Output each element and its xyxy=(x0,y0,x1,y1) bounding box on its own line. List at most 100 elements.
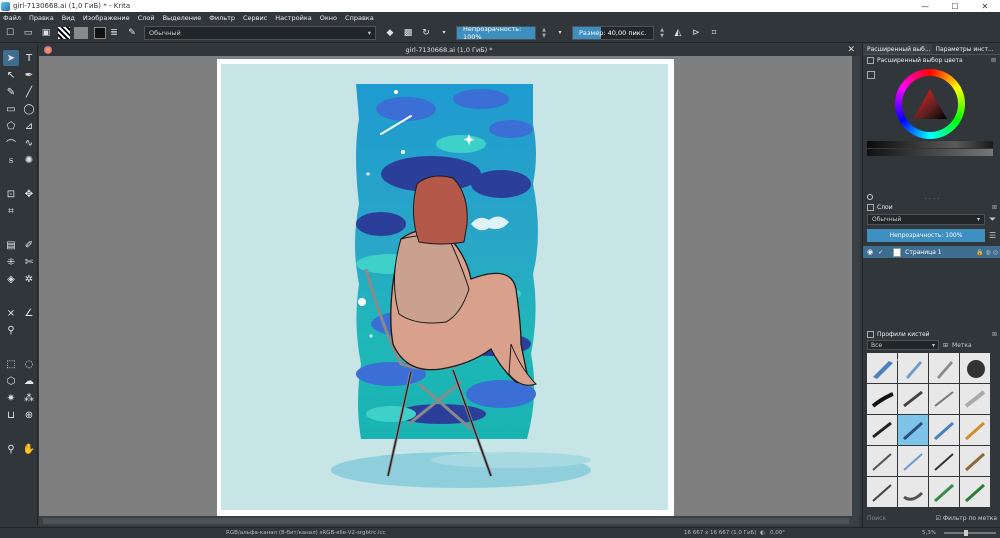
similar-select-tool-icon[interactable]: ⁂ xyxy=(21,390,37,406)
brush-preset[interactable] xyxy=(929,415,959,445)
freehand-path-tool-icon[interactable]: ∿ xyxy=(21,135,37,151)
bezier-select-tool-icon[interactable]: ⊔ xyxy=(3,407,19,423)
eye-icon[interactable]: ◉ xyxy=(867,248,873,256)
blend-mode-select[interactable]: Обычный ▾ xyxy=(867,214,985,225)
panel-float-icon[interactable] xyxy=(867,56,874,64)
layer-menu-icon[interactable]: ☰ xyxy=(989,231,996,240)
panel-close-icon[interactable]: ⊠ xyxy=(992,331,997,338)
polyline-tool-icon[interactable]: ⊿ xyxy=(21,118,37,134)
brush-preset[interactable] xyxy=(960,353,990,383)
ellipse-select-tool-icon[interactable]: ◌ xyxy=(21,356,37,372)
close-document-icon[interactable]: ✕ xyxy=(847,45,855,55)
tab-advanced-color-selector[interactable]: Расширенный выб... xyxy=(863,44,932,55)
contiguous-select-tool-icon[interactable]: ✷ xyxy=(3,390,19,406)
measure-tool-icon[interactable]: ∠ xyxy=(21,305,37,321)
menu-help[interactable]: Справка xyxy=(345,14,374,22)
transform-tool-icon[interactable]: ⊡ xyxy=(3,186,19,202)
zoom-status[interactable]: 5,3% xyxy=(922,530,936,536)
wrap-mode-icon[interactable]: ⌗ xyxy=(708,27,720,39)
color-picker-tool-icon[interactable]: ✐ xyxy=(21,237,37,253)
document-tab-title[interactable]: girl-7130668.ai (1,0 ГиБ) * xyxy=(39,46,859,54)
gradient-selector[interactable] xyxy=(58,26,70,39)
color-history-bar[interactable] xyxy=(867,141,993,148)
pattern-selector[interactable] xyxy=(74,26,88,39)
panel-float-icon[interactable] xyxy=(867,330,874,338)
crop-tool-icon[interactable]: ⌗ xyxy=(3,203,19,219)
reference-tool-icon[interactable]: ⚲ xyxy=(3,322,19,338)
layer-row[interactable]: ◉ ✓ Страница 1 🔒 ◍ ◎ xyxy=(863,246,1000,258)
size-slider[interactable]: Размер: 40,00 пикс. xyxy=(572,25,654,40)
zoom-slider[interactable] xyxy=(944,530,996,536)
freehand-select-tool-icon[interactable]: ☁ xyxy=(21,373,37,389)
multibrush-tool-icon[interactable]: ✺ xyxy=(21,152,37,168)
brush-preset[interactable] xyxy=(898,446,928,476)
calligraphy-tool-icon[interactable]: ✒ xyxy=(21,67,37,83)
checkmark-icon[interactable]: ✓ xyxy=(878,249,883,256)
color-wheel[interactable] xyxy=(895,69,965,139)
brush-preset-select[interactable]: Обычный ▾ xyxy=(144,25,376,40)
select-shapes-tool-icon[interactable]: ➤ xyxy=(3,50,19,66)
layer-name[interactable]: Страница 1 xyxy=(905,249,941,256)
brush-preset[interactable] xyxy=(929,477,959,507)
colorize-mask-tool-icon[interactable]: ⁜ xyxy=(3,254,19,270)
mirror-horizontal-icon[interactable]: ◭ xyxy=(672,27,684,39)
mirror-vertical-icon[interactable]: ⊳ xyxy=(690,27,702,39)
maximize-button[interactable]: ☐ xyxy=(940,0,970,12)
brush-tag-button[interactable]: Метка xyxy=(952,342,972,349)
opacity-spinner[interactable]: ▲ ▼ xyxy=(540,26,548,40)
gradient-tool-icon[interactable]: ▤ xyxy=(3,237,19,253)
blend-mode-icon[interactable]: ▾ xyxy=(438,27,450,39)
brush-tag-select[interactable]: Все ▾ xyxy=(867,340,939,350)
brush-preset[interactable] xyxy=(867,477,897,507)
tag-icon[interactable]: ⊞ xyxy=(943,342,948,349)
brush-preset[interactable] xyxy=(929,446,959,476)
magnetic-select-tool-icon[interactable]: ⊕ xyxy=(21,407,37,423)
bezier-tool-icon[interactable]: ⌒ xyxy=(3,135,19,151)
save-icon[interactable]: ▣ xyxy=(40,27,52,39)
brush-filter-by-tag-checkbox[interactable]: ☑ Фильтр по метка xyxy=(936,515,997,522)
menu-filter[interactable]: Фильтр xyxy=(209,14,235,22)
smart-patch-tool-icon[interactable]: ✄ xyxy=(21,254,37,270)
filter-icon[interactable]: ⏷ xyxy=(989,215,996,225)
new-document-icon[interactable]: ☐ xyxy=(4,27,16,39)
brush-preset-selected[interactable] xyxy=(898,415,928,445)
color-settings-icon[interactable] xyxy=(867,71,875,79)
brush-preset[interactable] xyxy=(929,384,959,414)
polygon-select-tool-icon[interactable]: ⬡ xyxy=(3,373,19,389)
scrollbar-thumb[interactable] xyxy=(43,518,849,524)
panel-close-icon[interactable]: ⊠ xyxy=(992,204,997,211)
checkbox-icon[interactable]: ☑ xyxy=(936,515,941,522)
menu-tools[interactable]: Сервис xyxy=(243,14,267,22)
opacity-slider[interactable]: Непрозрачность: 100% xyxy=(456,25,536,41)
freehand-brush-tool-icon[interactable]: ✎ xyxy=(3,84,19,100)
reload-preset-icon[interactable]: ↻ xyxy=(420,27,432,39)
menu-window[interactable]: Окно xyxy=(320,14,337,22)
eraser-mode-icon[interactable]: ◆ xyxy=(384,27,396,39)
brush-preset[interactable] xyxy=(867,384,897,414)
brush-preset[interactable] xyxy=(960,446,990,476)
preserve-alpha-icon[interactable]: ▩ xyxy=(402,27,414,39)
brush-editor-icon[interactable]: ≣ xyxy=(108,27,120,39)
dynamic-brush-tool-icon[interactable]: ಽ xyxy=(3,152,19,168)
canvas-page[interactable] xyxy=(217,59,674,517)
panel-close-icon[interactable]: ⊠ xyxy=(991,57,996,64)
close-window-button[interactable]: ✕ xyxy=(970,0,1000,12)
minimize-button[interactable]: — xyxy=(910,0,940,12)
menu-file[interactable]: Файл xyxy=(3,14,21,22)
layer-flags[interactable]: 🔒 ◍ ◎ xyxy=(976,249,998,256)
brush-preset-icon[interactable]: ✎ xyxy=(126,27,138,39)
layer-opacity-slider[interactable]: Непрозрачность: 100% xyxy=(867,229,985,242)
brush-preset[interactable] xyxy=(898,353,928,383)
text-tool-icon[interactable]: T xyxy=(21,50,37,66)
color-shade-bar[interactable] xyxy=(867,149,993,156)
edit-shapes-tool-icon[interactable]: ↖ xyxy=(3,67,19,83)
horizontal-scrollbar[interactable] xyxy=(39,516,859,526)
move-tool-icon[interactable]: ✥ xyxy=(21,186,37,202)
polygon-tool-icon[interactable]: ⬠ xyxy=(3,118,19,134)
pan-tool-icon[interactable]: ✋ xyxy=(21,441,37,457)
assistant-tool-icon[interactable]: ⨯ xyxy=(3,305,19,321)
fg-bg-color-swatch[interactable] xyxy=(94,26,106,39)
brush-preset[interactable] xyxy=(867,353,897,383)
ellipse-tool-icon[interactable]: ◯ xyxy=(21,101,37,117)
brush-preset[interactable] xyxy=(867,446,897,476)
